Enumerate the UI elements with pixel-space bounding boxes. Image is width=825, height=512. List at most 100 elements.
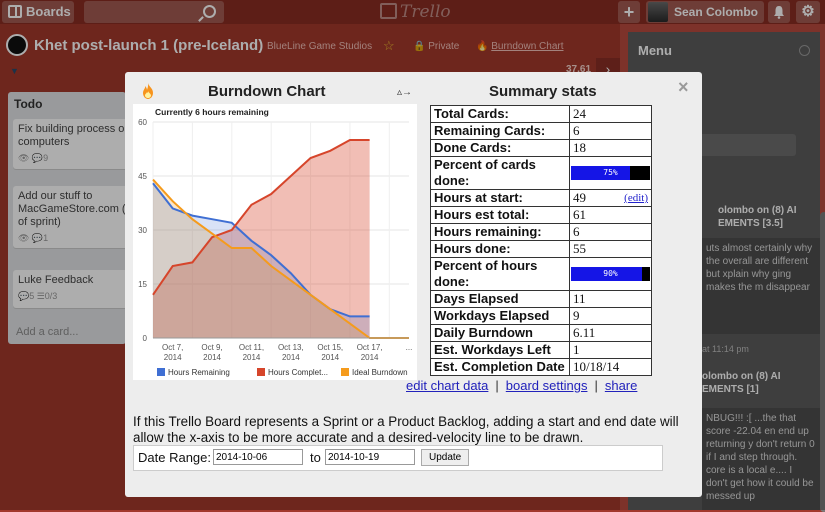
stat-value-text: 6: [573, 224, 580, 239]
stat-value: 6.11: [569, 324, 652, 342]
burndown-title: Burndown Chart: [208, 83, 326, 100]
progress-text: 90%: [603, 269, 618, 278]
legend-label: Hours Complet...: [268, 368, 328, 377]
stat-value: 9: [569, 307, 652, 325]
stats-row: Days Elapsed 11: [430, 290, 652, 308]
stat-value-text: 11: [573, 291, 586, 306]
date-range-form: Date Range: to Update: [133, 445, 663, 471]
edit-chart-data-link[interactable]: edit chart data: [406, 378, 488, 393]
toggle-chart-view[interactable]: ▵→: [397, 87, 412, 98]
x-tick-label: Oct 11,: [239, 343, 264, 352]
update-button[interactable]: Update: [421, 449, 470, 466]
stats-row: Done Cards: 18: [430, 139, 652, 157]
stats-row: Total Cards: 24: [430, 105, 652, 123]
stat-label: Remaining Cards:: [430, 122, 570, 140]
x-tick-label: ...: [406, 343, 413, 352]
legend-swatch: [257, 368, 265, 376]
stat-label: Hours at start:: [430, 189, 570, 207]
x-tick-label: Oct 13,: [278, 343, 304, 352]
x-tick-label: 2014: [321, 353, 339, 362]
x-tick-label: 2014: [282, 353, 300, 362]
x-tick-label: Oct 15,: [317, 343, 343, 352]
stat-value-text: 6.11: [573, 325, 596, 340]
link-separator: |: [495, 378, 499, 393]
stat-label: Done Cards:: [430, 139, 570, 157]
board-settings-link[interactable]: board settings: [506, 378, 588, 393]
x-tick-label: 2014: [243, 353, 261, 362]
stat-value: 55: [569, 240, 652, 258]
date-range-label: Date Range:: [138, 450, 211, 465]
stats-row: Workdays Elapsed 9: [430, 307, 652, 325]
to-label: to: [310, 450, 321, 465]
chart-links: edit chart data | board settings | share: [406, 378, 637, 393]
stats-row: Est. Workdays Left 1: [430, 341, 652, 359]
burndown-dialog: × Burndown Chart ▵→ Summary stats Curren…: [125, 72, 702, 497]
x-tick-label: 2014: [361, 353, 379, 362]
summary-stats-table: Total Cards: 24 Remaining Cards: 6 Done Card…: [430, 105, 652, 376]
y-tick-label: 45: [138, 172, 147, 181]
stat-label: Total Cards:: [430, 105, 570, 123]
stats-row: Hours remaining: 6: [430, 223, 652, 241]
date-range-explanation: If this Trello Board represents a Sprint…: [133, 414, 679, 445]
legend-label: Hours Remaining: [168, 368, 230, 377]
stat-value-text: 6: [573, 123, 580, 138]
legend-label: Ideal Burndown: [352, 368, 408, 377]
stat-value-text: 55: [573, 241, 586, 256]
stat-label: Percent of hours done:: [430, 257, 570, 291]
y-tick-label: 60: [138, 118, 147, 127]
stat-progress-bar: 90%: [569, 257, 652, 291]
stat-value: 18: [569, 139, 652, 157]
stat-label: Daily Burndown: [430, 324, 570, 342]
progress-text: 75%: [603, 168, 618, 177]
stats-row: Hours done: 55: [430, 240, 652, 258]
burndown-chart: Currently 6 hours remaining 0 15 30 45 60 Oct …: [133, 104, 417, 380]
stats-row: Percent of cards done: 75%: [430, 156, 652, 190]
x-tick-label: 2014: [164, 353, 182, 362]
chart-title: Currently 6 hours remaining: [155, 107, 269, 117]
stat-value: 49 (edit): [569, 189, 652, 207]
stats-row: Hours at start: 49 (edit): [430, 189, 652, 207]
stats-row: Est. Completion Date 10/18/14: [430, 358, 652, 376]
stat-label: Est. Workdays Left: [430, 341, 570, 359]
link-separator: |: [594, 378, 598, 393]
stat-value-text: 9: [573, 308, 580, 323]
stat-value: 10/18/14: [569, 358, 652, 376]
flame-icon: [143, 83, 153, 99]
stat-label: Hours done:: [430, 240, 570, 258]
stat-label: Hours est total:: [430, 206, 570, 224]
x-tick-label: 2014: [203, 353, 221, 362]
end-date-field[interactable]: [325, 449, 415, 465]
stat-label: Hours remaining:: [430, 223, 570, 241]
stat-value: 6: [569, 223, 652, 241]
stat-value-text: 18: [573, 140, 586, 155]
stat-value: 11: [569, 290, 652, 308]
stats-row: Hours est total: 61: [430, 206, 652, 224]
stat-label: Days Elapsed: [430, 290, 570, 308]
y-tick-label: 0: [143, 334, 148, 343]
stat-value: 61: [569, 206, 652, 224]
stat-value-text: 1: [573, 342, 580, 357]
stats-row: Percent of hours done: 90%: [430, 257, 652, 291]
edit-hours-link[interactable]: (edit): [624, 190, 648, 206]
share-link[interactable]: share: [605, 378, 638, 393]
stat-progress-bar: 75%: [569, 156, 652, 190]
x-tick-label: Oct 9,: [201, 343, 222, 352]
stat-label: Est. Completion Date: [430, 358, 570, 376]
stat-label: Workdays Elapsed: [430, 307, 570, 325]
summary-title: Summary stats: [489, 83, 597, 100]
legend-swatch: [341, 368, 349, 376]
stat-value-text: 24: [573, 106, 586, 121]
start-date-field[interactable]: [213, 449, 303, 465]
stat-value-text: 49: [573, 190, 586, 205]
stat-label: Percent of cards done:: [430, 156, 570, 190]
y-tick-label: 30: [138, 226, 147, 235]
x-tick-label: Oct 17,: [357, 343, 383, 352]
y-tick-label: 15: [138, 280, 147, 289]
stat-value-text: 61: [573, 207, 586, 222]
close-icon[interactable]: ×: [678, 77, 689, 98]
x-tick-label: Oct 7,: [162, 343, 183, 352]
stat-value: 24: [569, 105, 652, 123]
stat-value: 6: [569, 122, 652, 140]
stat-value-text: 10/18/14: [573, 359, 620, 374]
stats-row: Remaining Cards: 6: [430, 122, 652, 140]
